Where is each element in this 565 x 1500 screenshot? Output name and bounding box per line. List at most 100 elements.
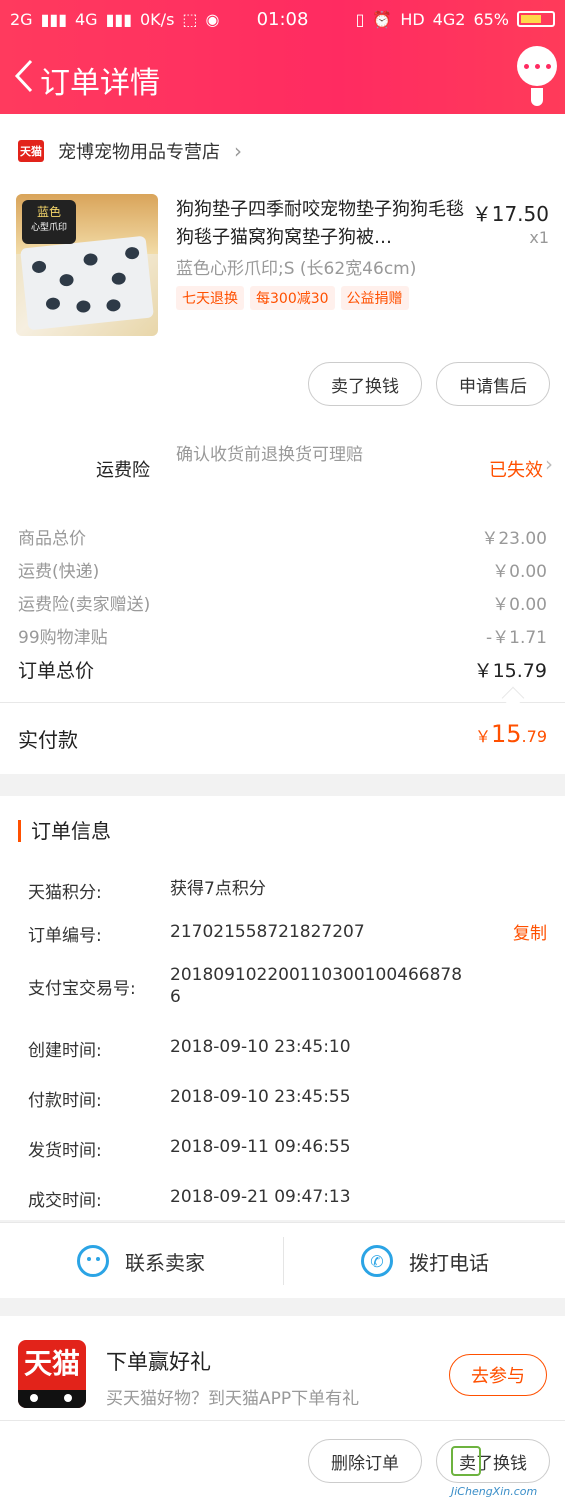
product-image-mat [20,235,154,331]
copy-order-no-button[interactable]: 复制 [513,919,547,944]
promo-card: 天猫 下单赢好礼 买天猫好物？到天猫APP下单有礼 去参与 [0,1316,565,1420]
hd-label: HD [400,9,425,29]
info-value: 2018-09-10 23:45:10 [170,1037,351,1057]
fee-label: 运费险(卖家赠送) [18,595,151,615]
call-phone-button[interactable]: ✆ 拨打电话 [284,1223,565,1299]
watermark-logo: JiChengXin.com [451,1442,561,1498]
product-image[interactable]: 蓝色 心型爪印 [16,194,158,336]
chevron-right-icon[interactable]: › [545,452,553,476]
back-arrow-icon [14,59,33,93]
battery-icon [517,11,555,27]
more-dot [545,63,551,69]
order-info-card: 订单信息 天猫积分: 获得7点积分 订单编号: 2170215587218272… [0,796,565,1220]
status-bar: 2G ▮▮▮ 4G ▮▮▮ 0K/s ⬚ ◉ 01:08 ▯ ⏰ HD 4G2 … [0,0,565,38]
shipping-insurance-label: 运费险 [96,460,150,481]
info-value: 217021558721827207 [170,922,365,942]
charity-tag: 公益捐赠 [340,286,409,310]
tmall-logo-icon: 天猫 [18,1340,86,1408]
divider [0,702,565,703]
fee-value: ￥0.00 [492,562,547,582]
contact-seller-button[interactable]: 联系卖家 [0,1223,282,1299]
after-sale-button[interactable]: 申请售后 [436,362,550,406]
order-goods-card: 天猫 宠博宠物用品专营店 › 蓝色 心型爪印 狗狗垫子四季耐咬宠物垫子狗狗毛毯狗… [0,114,565,774]
chat-smile-icon [77,1245,109,1277]
fee-value: -￥1.71 [486,628,547,648]
tmall-logo-face [18,1390,86,1408]
more-dot [523,63,529,69]
chevron-right-icon: › [234,139,242,163]
call-phone-label: 拨打电话 [409,1250,489,1275]
paw-print [111,271,127,286]
divider-notch [501,686,525,710]
info-key: 创建时间: [28,1041,102,1061]
more-button-tail [531,88,543,106]
network-label: 4G2 [432,9,466,29]
sim-icon: ⬚ [182,9,198,29]
paw-print [82,252,99,267]
fee-row-allowance: 99购物津贴 -￥1.71 [18,623,547,648]
fee-row-goods: 商品总价 ￥23.00 [18,524,547,549]
paw-print [75,299,92,314]
bottom-action-bar: 删除订单 卖了换钱 JiChengXin.com [0,1420,565,1500]
signal-2g: 2G [10,9,33,29]
product-quantity: x1 [529,228,549,247]
promo-subtitle: 买天猫好物？到天猫APP下单有礼 [106,1389,360,1409]
more-dot [534,63,540,69]
contact-seller-label: 联系卖家 [125,1250,205,1275]
delete-order-button[interactable]: 删除订单 [308,1439,422,1483]
fee-value: ￥0.00 [492,595,547,615]
wechat-icon: ◉ [205,9,220,29]
service-tag: 七天退换 [176,286,244,310]
paw-print [58,273,75,287]
paid-dec: .79 [521,727,547,746]
back-button[interactable] [6,56,42,96]
shop-name: 宠博宠物用品专营店 [58,142,220,163]
more-button[interactable] [517,46,557,86]
signal-4g: 4G [75,9,98,29]
paw-print [31,260,47,274]
app-header: 订单详情 [0,38,565,114]
product-price: ￥17.50 [471,202,549,226]
fee-row-insurance: 运费险(卖家赠送) ￥0.00 [18,590,547,615]
tmall-logo-text: 天猫 [23,1347,80,1380]
paw-print [124,246,140,260]
page-title: 订单详情 [40,66,160,101]
shop-link[interactable]: 天猫 宠博宠物用品专营店 › [18,136,242,166]
tmall-tag-icon: 天猫 [18,140,44,162]
vibrate-icon: ▯ [355,9,365,29]
product-image-badge: 蓝色 心型爪印 [22,200,76,244]
order-total-row: 订单总价 ￥15.79 [18,656,547,683]
total-label: 订单总价 [18,660,95,682]
info-key: 支付宝交易号: [28,979,136,999]
fee-label: 商品总价 [18,529,86,549]
paw-print [45,296,61,311]
total-value: ￥15.79 [473,660,547,682]
shipping-insurance-status[interactable]: 已失效 [489,456,543,482]
info-key: 发货时间: [28,1141,102,1161]
battery-percent: 65% [473,9,509,29]
sell-for-cash-button[interactable]: 卖了换钱 [308,362,422,406]
paid-amount: ￥15.79 [475,720,547,748]
badge-text: 蓝色 [36,205,61,219]
product-tags: 七天退换 每300减30 公益捐赠 [176,286,409,310]
badge-subtext: 心型爪印 [30,223,67,233]
phone-icon: ✆ [361,1245,393,1277]
alarm-icon: ⏰ [372,9,393,29]
net-speed: 0K/s [140,9,175,29]
watermark-url: JiChengXin.com [451,1485,538,1498]
fee-label: 99购物津贴 [18,628,108,648]
watermark-box-icon [451,1446,481,1476]
product-title[interactable]: 狗狗垫子四季耐咬宠物垫子狗狗毛毯狗毯子猫窝狗窝垫子狗被… [176,196,466,252]
fee-value: ￥23.00 [481,529,547,549]
info-value: 2018-09-11 09:46:55 [170,1137,351,1157]
paw-print [105,298,122,313]
product-sku: 蓝色心形爪印;S (长62宽46cm) [176,259,417,279]
info-key: 天猫积分: [28,883,102,903]
join-button[interactable]: 去参与 [449,1354,547,1396]
info-value: 获得7点积分 [170,879,266,899]
paid-currency: ￥ [474,727,491,746]
contact-bar: 联系卖家 ✆ 拨打电话 [0,1222,565,1298]
info-value: 2018091022001103001004668786 [170,965,463,1007]
info-value: 2018-09-10 23:45:55 [170,1087,351,1107]
promo-tag: 每300减30 [250,286,335,310]
